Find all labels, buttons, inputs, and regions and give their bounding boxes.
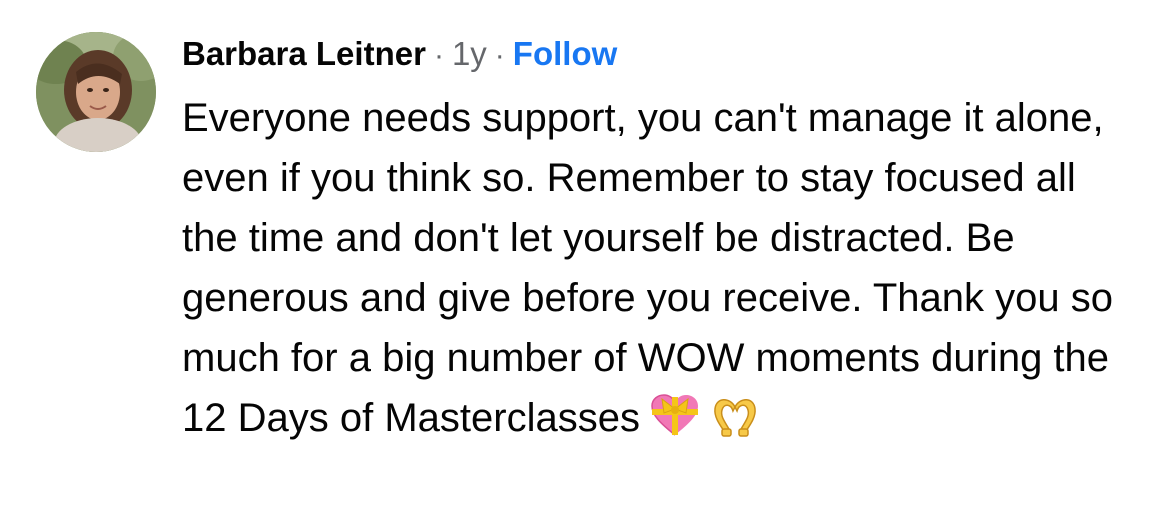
- avatar-photo: [36, 32, 156, 152]
- comment-text: Everyone needs support, you can't manage…: [182, 96, 1113, 440]
- heart-hands-icon: [710, 393, 760, 437]
- comment-content: Barbara Leitner · 1y · Follow Everyone n…: [182, 28, 1142, 448]
- heart-with-ribbon-icon: [650, 393, 700, 437]
- comment-header: Barbara Leitner · 1y · Follow: [182, 28, 1142, 80]
- author-name[interactable]: Barbara Leitner: [182, 28, 426, 80]
- follow-button[interactable]: Follow: [513, 28, 617, 80]
- separator-dot: ·: [494, 39, 505, 72]
- separator-dot: ·: [433, 39, 444, 72]
- timestamp[interactable]: 1y: [452, 28, 487, 80]
- comment-body: Everyone needs support, you can't manage…: [182, 88, 1132, 448]
- comment: Barbara Leitner · 1y · Follow Everyone n…: [0, 0, 1170, 514]
- avatar[interactable]: [36, 32, 156, 152]
